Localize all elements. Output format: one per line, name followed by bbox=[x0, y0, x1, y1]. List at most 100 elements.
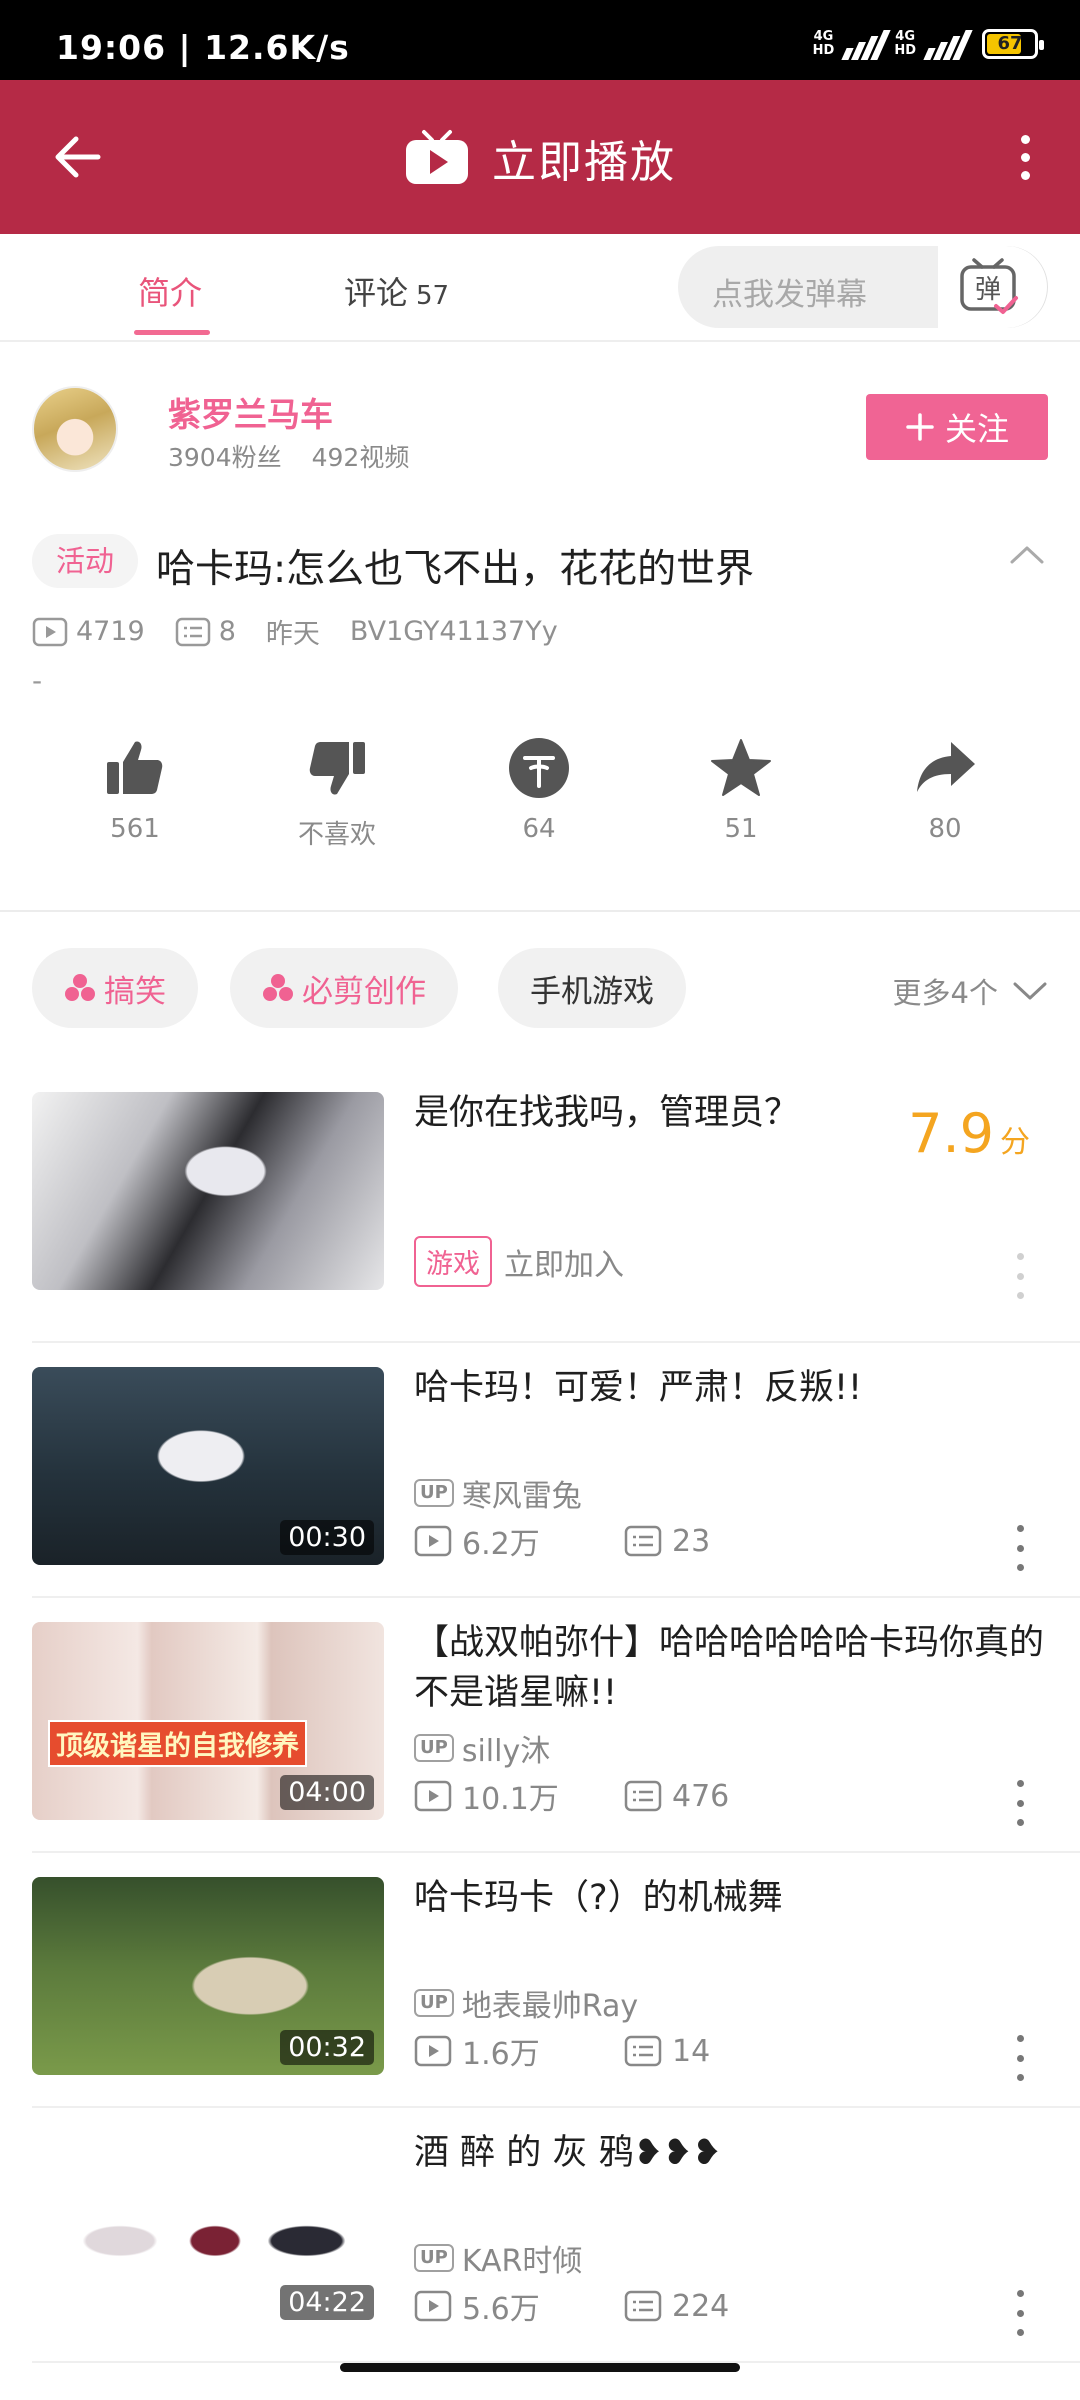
tag-flower-icon bbox=[263, 974, 293, 1001]
network-type-1: 4G HD bbox=[812, 29, 835, 58]
video-duration: 04:22 bbox=[280, 2285, 374, 2320]
tab-comments-count: 57 bbox=[416, 281, 450, 311]
coin-button[interactable]: 64 bbox=[464, 736, 614, 844]
game-score: 7.9 分 bbox=[908, 1102, 1030, 1165]
more-vertical-icon[interactable] bbox=[1010, 1780, 1030, 1826]
list-item[interactable]: 00:30 哈卡玛！可爱！严肃！反叛!! UP 寒风雷兔 6.2万 23 bbox=[32, 1343, 1080, 1598]
favorite-button[interactable]: 51 bbox=[666, 736, 816, 844]
rec-title: 哈卡玛卡（?）的机械舞 bbox=[414, 1878, 783, 1918]
tags-more-label: 更多4个 bbox=[892, 976, 998, 1010]
more-vertical-icon[interactable] bbox=[1010, 1253, 1030, 1299]
follow-label: 关注 bbox=[944, 410, 1009, 448]
tab-comments-label: 评论 bbox=[344, 274, 409, 312]
video-thumbnail[interactable]: 00:30 bbox=[32, 1367, 384, 1565]
play-count-icon bbox=[32, 617, 68, 646]
video-duration: 04:00 bbox=[280, 1775, 374, 1810]
video-thumbnail[interactable]: 04:22 bbox=[32, 2132, 384, 2330]
more-vertical-icon[interactable] bbox=[1010, 2290, 1030, 2336]
thumb-down-icon bbox=[309, 742, 365, 795]
follow-button[interactable]: 关注 bbox=[866, 394, 1048, 460]
header-title-group[interactable]: 立即播放 bbox=[0, 126, 1080, 190]
status-bar: 19:06 | 12.6K/s 4G HD 4G HD 67 bbox=[0, 0, 1080, 80]
rec-title: 酒 醉 的 灰 鸦❥❥❥ bbox=[414, 2133, 722, 2173]
more-vertical-icon[interactable] bbox=[1010, 1525, 1030, 1571]
header-title: 立即播放 bbox=[492, 137, 676, 188]
share-count: 80 bbox=[928, 814, 962, 844]
tv-icon bbox=[406, 130, 468, 184]
danmaku-placeholder[interactable]: 点我发弹幕 bbox=[712, 269, 867, 314]
coin-count: 64 bbox=[522, 814, 556, 844]
uploader-name[interactable]: 紫罗兰马车 bbox=[168, 388, 333, 436]
up-badge: UP bbox=[414, 1479, 454, 1507]
tag-bijian[interactable]: 必剪创作 bbox=[230, 948, 458, 1028]
tag-funny[interactable]: 搞笑 bbox=[32, 948, 198, 1028]
dislike-button[interactable]: 不喜欢 bbox=[262, 736, 412, 851]
uploader-row: 紫罗兰马车 3904粉丝 492视频 关注 bbox=[32, 384, 1048, 484]
danmaku-count-icon bbox=[624, 1780, 662, 1812]
video-title: 哈卡玛:怎么也飞不出，花花的世界 bbox=[156, 547, 755, 592]
game-info: 游戏 立即加入 bbox=[414, 1236, 624, 1287]
video-thumbnail[interactable] bbox=[32, 1092, 384, 1290]
video-title-row: 活动 哈卡玛:怎么也飞不出，花花的世界 bbox=[32, 528, 1048, 600]
uploader-avatar[interactable] bbox=[32, 386, 118, 472]
home-indicator[interactable] bbox=[340, 2363, 740, 2372]
list-item[interactable]: 是你在找我吗，管理员？ 7.9 分 游戏 立即加入 bbox=[32, 1088, 1080, 1343]
tab-bar: 简介 评论 57 点我发弹幕 弹 bbox=[0, 234, 1080, 342]
danmaku-icon: 弹 bbox=[960, 258, 1018, 314]
tab-comments[interactable]: 评论 57 bbox=[344, 268, 449, 314]
play-count-icon bbox=[414, 1780, 452, 1812]
uploader-fans: 3904粉丝 bbox=[168, 443, 282, 472]
thumb-caption: 顶级谐星的自我修养 bbox=[48, 1720, 307, 1767]
rec-stats: 1.6万 14 bbox=[414, 2029, 834, 2073]
rec-uploader[interactable]: UP 寒风雷兔 bbox=[414, 1471, 582, 1515]
game-tag: 游戏 bbox=[414, 1236, 492, 1287]
plus-icon bbox=[906, 413, 934, 441]
tag-flower-icon bbox=[65, 974, 95, 1001]
rec-uploader[interactable]: UP silly沐 bbox=[414, 1726, 550, 1770]
video-duration: 00:30 bbox=[280, 1520, 374, 1555]
play-count-icon bbox=[414, 2035, 452, 2067]
star-icon bbox=[711, 739, 771, 796]
status-icons: 4G HD 4G HD 67 bbox=[812, 24, 1044, 64]
rec-uploader[interactable]: UP KAR时倾 bbox=[414, 2236, 582, 2280]
rec-stats: 10.1万 476 bbox=[414, 1774, 834, 1818]
network-type-2: 4G HD bbox=[894, 29, 916, 58]
danmaku-count-icon bbox=[624, 2290, 662, 2322]
uploader-videos: 492视频 bbox=[311, 443, 410, 472]
danmaku-toggle-button[interactable]: 弹 bbox=[938, 246, 1048, 328]
signal-icon-2 bbox=[923, 28, 973, 60]
video-description: - bbox=[32, 664, 43, 697]
rec-title: 哈卡玛！可爱！严肃！反叛!! bbox=[414, 1368, 863, 1408]
activity-badge[interactable]: 活动 bbox=[32, 534, 139, 588]
more-vertical-icon[interactable] bbox=[1010, 2035, 1030, 2081]
tag-mobile-game[interactable]: 手机游戏 bbox=[498, 948, 686, 1028]
video-thumbnail[interactable]: 00:32 bbox=[32, 1877, 384, 2075]
list-item[interactable]: 00:32 哈卡玛卡（?）的机械舞 UP 地表最帅Ray 1.6万 14 bbox=[32, 1853, 1080, 2108]
battery-icon: 67 bbox=[982, 29, 1044, 59]
more-options-button[interactable] bbox=[990, 124, 1060, 190]
rec-uploader[interactable]: UP 地表最帅Ray bbox=[414, 1981, 638, 2025]
dislike-label: 不喜欢 bbox=[297, 820, 376, 850]
list-item[interactable]: 04:22 酒 醉 的 灰 鸦❥❥❥ UP KAR时倾 5.6万 224 bbox=[32, 2108, 1080, 2363]
danmaku-count-icon bbox=[624, 1525, 662, 1557]
up-badge: UP bbox=[414, 2244, 454, 2272]
list-item[interactable]: 顶级谐星的自我修养 04:00 【战双帕弥什】哈哈哈哈哈哈卡玛你真的不是谐星嘛!… bbox=[32, 1598, 1080, 1853]
play-count-icon bbox=[414, 1525, 452, 1557]
share-button[interactable]: 80 bbox=[870, 736, 1020, 844]
chevron-up-icon[interactable] bbox=[1006, 534, 1048, 576]
video-meta: 4719 8 昨天 BV1GY41137Yy bbox=[32, 612, 588, 651]
play-count-icon bbox=[414, 2290, 452, 2322]
danmaku-count-icon bbox=[624, 2035, 662, 2067]
action-bar: 561 不喜欢 64 51 80 bbox=[0, 736, 1080, 866]
up-badge: UP bbox=[414, 1989, 454, 2017]
meta-bvid: BV1GY41137Yy bbox=[349, 616, 558, 647]
video-thumbnail[interactable]: 顶级谐星的自我修养 04:00 bbox=[32, 1622, 384, 1820]
tab-intro[interactable]: 简介 bbox=[138, 268, 202, 314]
rec-stats: 5.6万 224 bbox=[414, 2284, 834, 2328]
app-header: 立即播放 bbox=[0, 80, 1080, 234]
tags-more-button[interactable]: 更多4个 bbox=[893, 970, 1048, 1012]
meta-time: 昨天 bbox=[265, 619, 320, 650]
like-button[interactable]: 561 bbox=[60, 736, 210, 844]
join-now-link[interactable]: 立即加入 bbox=[504, 1240, 624, 1284]
danmaku-input-box[interactable]: 点我发弹幕 弹 bbox=[678, 246, 1048, 328]
